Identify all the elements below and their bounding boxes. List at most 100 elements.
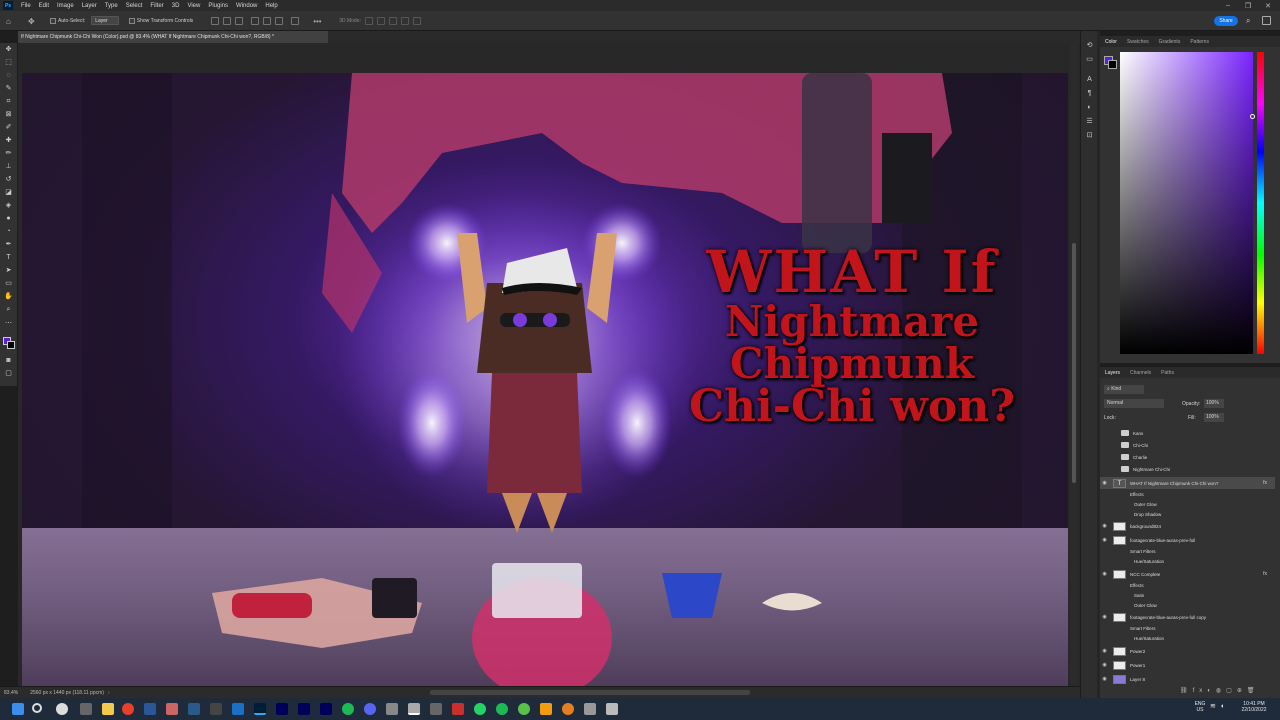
tab-paths[interactable]: Paths: [1156, 370, 1179, 376]
eye-icon[interactable]: ◉: [1100, 571, 1109, 577]
layer-row[interactable]: ◉ Power2: [1100, 645, 1275, 657]
whatsapp-icon[interactable]: [474, 703, 486, 715]
layer-group-row[interactable]: Nightmare Chi-Chi: [1100, 463, 1275, 475]
fx-icon[interactable]: fx: [1263, 480, 1267, 486]
show-transform-checkbox[interactable]: Show Transform Controls: [128, 15, 193, 26]
app-icon[interactable]: [518, 703, 530, 715]
menu-edit[interactable]: Edit: [35, 3, 53, 9]
clock[interactable]: 10:41 PM 22/10/2022: [1234, 701, 1274, 713]
path-select-icon[interactable]: ➤: [4, 266, 13, 275]
properties-icon[interactable]: ☰: [1085, 117, 1094, 126]
checkbox-icon[interactable]: [50, 17, 56, 24]
app-icon[interactable]: [56, 703, 68, 715]
hand-tool-icon[interactable]: ✋: [4, 292, 13, 301]
minimize-icon[interactable]: –: [1218, 0, 1238, 11]
layer-group-row[interactable]: Charlie: [1100, 451, 1275, 463]
menu-3d[interactable]: 3D: [168, 3, 184, 9]
tab-color[interactable]: Color: [1100, 39, 1122, 45]
zoom-tool-icon[interactable]: ⌕: [4, 305, 13, 314]
menu-layer[interactable]: Layer: [78, 3, 101, 9]
app-icon[interactable]: [408, 703, 420, 715]
layer-panel-footer-icons[interactable]: ⛓fx◐◍▢⊕🗑: [1180, 687, 1276, 697]
dodge-tool-icon[interactable]: ◔: [4, 227, 13, 236]
paint-bucket-icon[interactable]: ◈: [4, 201, 13, 210]
menu-select[interactable]: Select: [122, 3, 147, 9]
fx-icon[interactable]: fx: [1263, 571, 1267, 577]
menu-plugins[interactable]: Plugins: [204, 3, 232, 9]
layer-row[interactable]: ◉ Power1: [1100, 659, 1275, 671]
libraries-icon[interactable]: ⊡: [1085, 131, 1094, 140]
eye-icon[interactable]: ◉: [1100, 614, 1109, 620]
layer-row[interactable]: ◉ background824: [1100, 520, 1275, 532]
menu-view[interactable]: View: [183, 3, 204, 9]
screen-mode-icon[interactable]: ▢: [4, 369, 13, 378]
blend-mode-dropdown[interactable]: Normal: [1104, 399, 1164, 408]
layer-row[interactable]: ◉ Layer 8: [1100, 673, 1275, 685]
brush-tool-icon[interactable]: ✏: [4, 149, 13, 158]
align-middle-icon[interactable]: [223, 16, 232, 25]
marquee-tool-icon[interactable]: ⬚: [4, 58, 13, 67]
comments-icon[interactable]: ▭: [1085, 55, 1094, 64]
layer-group-row[interactable]: Kans: [1100, 427, 1275, 439]
distribute-icon[interactable]: [291, 16, 300, 25]
vertical-scrollbar[interactable]: [1070, 43, 1078, 686]
layer-effect-row[interactable]: Hue/Saturation: [1100, 555, 1275, 567]
document-tab[interactable]: If Nightmare Chipmunk Chi-Chi Won (Color…: [18, 31, 328, 43]
checkbox-icon[interactable]: [128, 17, 135, 24]
after-effects-icon[interactable]: [298, 703, 310, 715]
app-icon[interactable]: [166, 703, 178, 715]
menu-file[interactable]: File: [17, 3, 35, 9]
search-icon[interactable]: ⌕: [1246, 16, 1250, 26]
vertical-scroll-thumb[interactable]: [1072, 243, 1076, 483]
restore-icon[interactable]: ❐: [1238, 0, 1258, 11]
align-bottom-icon[interactable]: [235, 16, 244, 25]
healing-brush-icon[interactable]: ✚: [4, 136, 13, 145]
auto-select-checkbox[interactable]: Auto-Select:: [50, 15, 85, 26]
eye-icon[interactable]: ◉: [1100, 537, 1109, 543]
quick-select-tool-icon[interactable]: ✎: [4, 84, 13, 93]
file-explorer-icon[interactable]: [102, 703, 114, 715]
app-icon[interactable]: [496, 703, 508, 715]
photoshop-taskbar-icon[interactable]: [254, 703, 266, 715]
app-icon[interactable]: [430, 703, 442, 715]
more-options-icon[interactable]: •••: [313, 17, 321, 26]
move-tool-icon[interactable]: ✥: [28, 17, 36, 26]
align-left-icon[interactable]: [251, 16, 260, 25]
tab-patterns[interactable]: Patterns: [1185, 39, 1214, 45]
eye-icon[interactable]: ◉: [1100, 676, 1109, 682]
language-indicator[interactable]: ENG US: [1190, 701, 1210, 713]
vlc-icon[interactable]: [540, 703, 552, 715]
layer-effect-row[interactable]: Drop Shadow: [1100, 508, 1275, 520]
task-view-icon[interactable]: [80, 703, 92, 715]
pen-tool-icon[interactable]: ✒: [4, 240, 13, 249]
word-icon[interactable]: [144, 703, 156, 715]
crop-tool-icon[interactable]: ⌗: [4, 97, 13, 106]
canvas-area[interactable]: WHAT If Nightmare Chipmunk Chi-Chi won?: [18, 43, 1080, 686]
volume-icon[interactable]: ◖: [1220, 703, 1224, 710]
spotify-icon[interactable]: [342, 703, 354, 715]
align-top-icon[interactable]: [211, 16, 220, 25]
app-icon[interactable]: [562, 703, 574, 715]
move-tool-icon[interactable]: ✥: [4, 45, 13, 54]
premiere-icon[interactable]: [276, 703, 288, 715]
layer-effect-row[interactable]: Hue/Saturation: [1100, 632, 1275, 644]
blur-tool-icon[interactable]: ●: [4, 214, 13, 223]
tab-channels[interactable]: Channels: [1125, 370, 1156, 376]
app-icon[interactable]: [452, 703, 464, 715]
eraser-tool-icon[interactable]: ◪: [4, 188, 13, 197]
hue-slider[interactable]: [1257, 52, 1264, 354]
chevron-right-icon[interactable]: ›: [108, 690, 110, 696]
history-icon[interactable]: ⟲: [1085, 41, 1094, 50]
background-color-swatch[interactable]: [1108, 60, 1117, 69]
layer-filter-dropdown[interactable]: ⌕ Kind: [1104, 385, 1144, 394]
history-brush-icon[interactable]: ↺: [4, 175, 13, 184]
align-right-icon[interactable]: [275, 16, 284, 25]
tab-layers[interactable]: Layers: [1100, 370, 1125, 376]
lasso-tool-icon[interactable]: ◌: [4, 71, 13, 80]
clone-stamp-icon[interactable]: ⊥: [4, 162, 13, 171]
app-icon[interactable]: [210, 703, 222, 715]
zoom-level[interactable]: 83.4%: [4, 690, 18, 696]
adjustments-icon[interactable]: ◐: [1085, 103, 1094, 112]
eyedropper-tool-icon[interactable]: ✐: [4, 123, 13, 132]
frame-tool-icon[interactable]: ⊠: [4, 110, 13, 119]
